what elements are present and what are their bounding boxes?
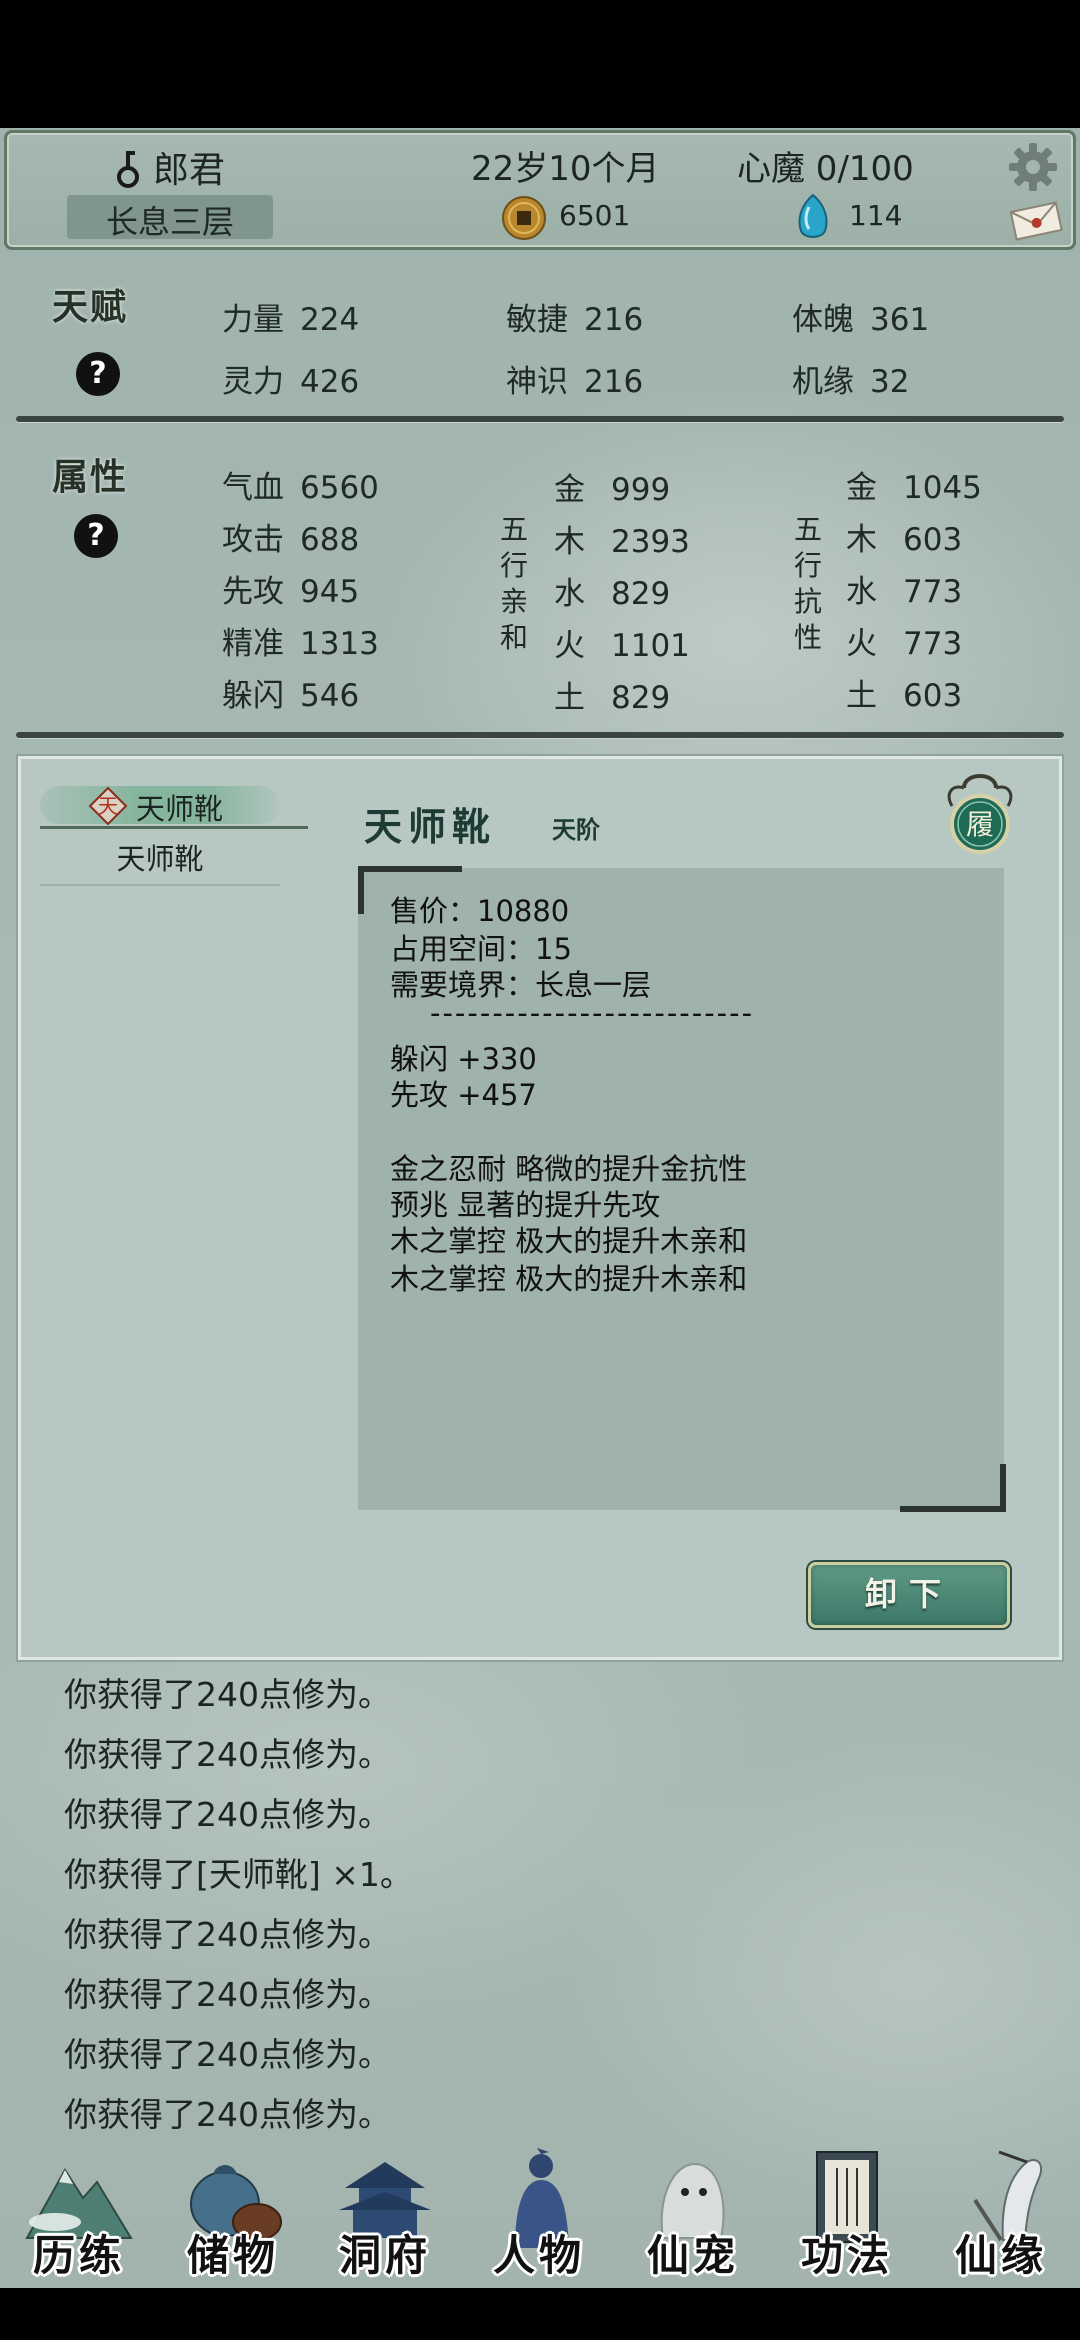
xinmo-counter: 心魔 0/100: [737, 149, 914, 189]
svg-text:天: 天: [98, 794, 118, 818]
resist-fire: 火 773: [846, 626, 963, 662]
attr-hp: 气血 6560: [222, 470, 379, 506]
tian-tier-icon: 天: [88, 786, 128, 826]
svg-text:履: 履: [966, 808, 994, 841]
coin-icon: [502, 196, 546, 240]
resist-earth: 土 603: [846, 678, 963, 714]
stat-spirit: 灵力 426: [222, 364, 360, 400]
affinity-earth: 土 829: [554, 680, 671, 716]
attr-accuracy: 精准 1313: [222, 626, 379, 662]
equipment-tab[interactable]: 天 天师靴: [40, 780, 280, 832]
log-line: 你获得了240点修为。: [64, 1735, 391, 1774]
realm-text: 长息三层: [105, 203, 234, 241]
tab-underline: [40, 826, 308, 829]
nav-label: 人物: [492, 2231, 585, 2280]
log-line: 你获得了240点修为。: [64, 2095, 391, 2134]
nav-label: 历练: [32, 2231, 125, 2280]
player-header: 郎君 长息三层 22岁10个月 心魔 0/100 6501 114: [4, 130, 1076, 250]
talent-help-button[interactable]: ?: [76, 352, 120, 396]
stat-sense: 神识 216: [506, 364, 644, 400]
attr-attack: 攻击 688: [222, 522, 360, 558]
player-name: 郎君: [153, 150, 226, 191]
item-tier: 天阶: [552, 815, 600, 844]
affinity-vertical-label: 五行亲和: [499, 513, 528, 654]
attributes-title: 属性: [52, 456, 129, 498]
section-divider: [16, 416, 1064, 422]
nav-character[interactable]: 人物: [464, 2140, 614, 2288]
attributes-help-button[interactable]: ?: [74, 514, 118, 558]
nav-label: 仙宠: [646, 2231, 739, 2280]
item-name: 天师靴: [364, 804, 497, 849]
desc-separator: --------------------------: [430, 996, 755, 1030]
list-item[interactable]: 天师靴: [40, 836, 280, 886]
list-divider: [40, 884, 280, 886]
mail-icon[interactable]: [1007, 199, 1065, 241]
item-bonus-initiative: 先攻 +457: [390, 1078, 537, 1112]
affinity-metal: 金 999: [554, 472, 671, 508]
attr-evasion: 躲闪 546: [222, 678, 360, 714]
nav-label: 仙缘: [954, 2231, 1047, 2280]
log-line: 你获得了240点修为。: [64, 2035, 391, 2074]
affinity-water: 水 829: [554, 576, 671, 612]
boots-slot-icon: 履: [947, 774, 1013, 854]
nav-training[interactable]: 历练: [4, 2140, 154, 2288]
system-nav-bar: [0, 2288, 1080, 2340]
status-bar: [0, 0, 1080, 128]
log-line: 你获得了240点修为。: [64, 1975, 391, 2014]
attr-initiative: 先攻 945: [222, 574, 360, 610]
gender-icon: [117, 151, 139, 188]
resist-metal: 金 1045: [846, 470, 982, 506]
equipment-tab-label: 天师靴: [136, 792, 224, 826]
unequip-button[interactable]: 卸下: [808, 1562, 1010, 1628]
stat-physique: 体魄 361: [792, 302, 930, 338]
stat-fortune: 机缘 32: [792, 364, 910, 400]
item-trait: 木之掌控 极大的提升木亲和: [390, 1224, 748, 1258]
stat-strength: 力量 224: [222, 302, 360, 338]
frame-corner: [900, 1464, 1006, 1512]
resist-wood: 木 603: [846, 522, 963, 558]
resist-vertical-label: 五行抗性: [793, 513, 822, 654]
resist-water: 水 773: [846, 574, 963, 610]
log-line: 你获得了240点修为。: [64, 1915, 391, 1954]
item-price: 售价：10880: [390, 894, 570, 928]
nav-label: 功法: [800, 2231, 893, 2280]
log-line: 你获得了240点修为。: [64, 1675, 391, 1714]
coin-count: 6501: [559, 199, 631, 232]
bottom-nav: 历练 储物 洞府 人物 仙宠 功法 仙缘: [0, 2140, 1080, 2288]
talent-title: 天赋: [52, 286, 129, 328]
nav-storage[interactable]: 储物: [158, 2140, 308, 2288]
nav-label: 储物: [186, 2231, 279, 2280]
affinity-wood: 木 2393: [554, 524, 690, 560]
item-trait: 木之掌控 极大的提升木亲和: [390, 1262, 748, 1296]
nav-fate[interactable]: 仙缘: [926, 2140, 1076, 2288]
nav-label: 洞府: [338, 2231, 431, 2280]
gear-icon[interactable]: [1007, 141, 1059, 193]
player-age: 22岁10个月: [471, 149, 660, 189]
realm-badge: 长息三层: [67, 195, 273, 241]
spirit-stone-icon: [798, 193, 828, 238]
affinity-fire: 火 1101: [554, 628, 690, 664]
nav-techniques[interactable]: 功法: [772, 2140, 922, 2288]
section-divider: [16, 732, 1064, 738]
stat-agility: 敏捷 216: [506, 302, 644, 338]
log-line: 你获得了[天师靴] ×1。: [64, 1855, 413, 1894]
nav-cave[interactable]: 洞府: [310, 2140, 460, 2288]
spirit-stone-count: 114: [849, 199, 903, 232]
nav-pet[interactable]: 仙宠: [618, 2140, 768, 2288]
log-line: 你获得了240点修为。: [64, 1795, 391, 1834]
